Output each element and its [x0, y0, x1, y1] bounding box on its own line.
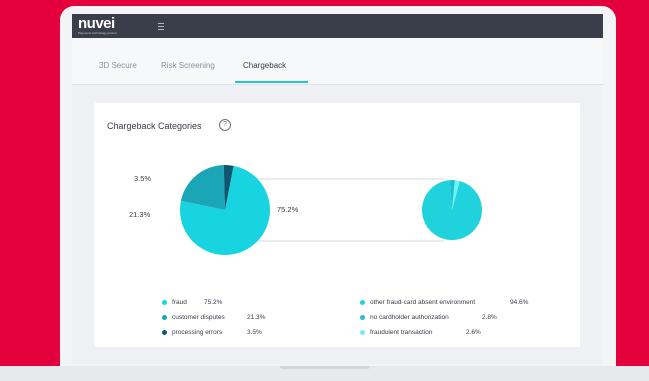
legend-swatch: [162, 300, 167, 305]
legend-value: 94.6%: [510, 299, 529, 306]
legend-value: 2.8%: [482, 314, 497, 321]
data-label-fraud: 75.2%: [277, 205, 299, 214]
main-pie: [180, 165, 270, 256]
tab-3d-secure[interactable]: 3D Secure: [99, 61, 137, 70]
legend-label: customer disputes: [172, 314, 225, 321]
legend-label: other fraud-card absent environment: [370, 299, 476, 306]
data-label-customer-disputes: 21.3%: [129, 210, 151, 219]
legend-swatch: [162, 330, 167, 335]
legend-label: no cardholder authorization: [370, 314, 449, 321]
active-tab-indicator: [235, 81, 308, 83]
legend-value: 21.3%: [247, 314, 266, 321]
tab-bar: 3D Secure Risk Screening Chargeback: [72, 38, 603, 85]
legend-swatch: [162, 315, 167, 320]
top-bar: nuvei Payments technology partner: [72, 14, 603, 38]
hamburger-icon[interactable]: [158, 23, 164, 30]
secondary-pie: [422, 180, 483, 241]
legend-swatch: [360, 315, 365, 320]
legend-swatch: [360, 330, 365, 335]
legend-label: processing errors: [172, 329, 223, 336]
tab-risk-screening[interactable]: Risk Screening: [161, 61, 215, 70]
legend-swatch: [360, 300, 365, 305]
legend-value: 3.5%: [247, 329, 262, 336]
app-screen: nuvei Payments technology partner 3D Sec…: [72, 14, 603, 364]
legend-label: fraudulent transaction: [370, 329, 433, 336]
brand-logo-subtext: Payments technology partner: [78, 31, 118, 35]
legend-value: 2.6%: [466, 329, 481, 336]
legend-value: 75.2%: [204, 299, 223, 306]
pie-of-pie-chart: 3.5% 21.3% 75.2%: [129, 165, 483, 256]
data-label-processing-errors: 3.5%: [134, 174, 151, 183]
tab-chargeback[interactable]: Chargeback: [243, 61, 286, 70]
laptop-notch: [280, 366, 370, 369]
legend-label: fraud: [172, 299, 187, 306]
chargeback-categories-card: Chargeback Categories ? 3.5% 21.3% 75.2%…: [94, 103, 580, 347]
